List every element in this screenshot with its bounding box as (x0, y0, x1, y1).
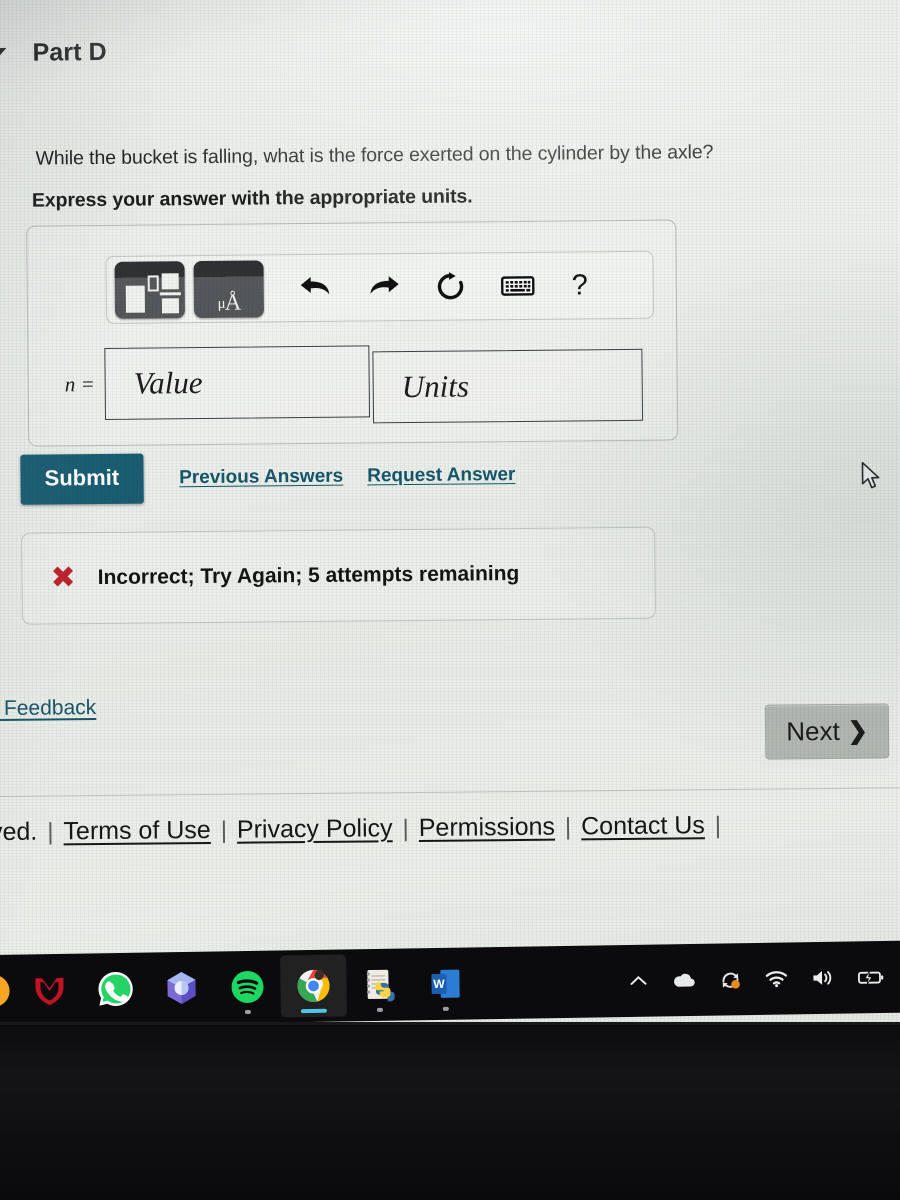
units-placeholder: Units (401, 368, 470, 405)
taskbar-app-chrome[interactable] (280, 954, 348, 1018)
footer-link-permissions[interactable]: Permissions (419, 813, 555, 843)
keyboard-icon[interactable] (492, 274, 544, 298)
mouse-pointer (860, 461, 882, 491)
footer-divider (0, 787, 900, 798)
variable-label: n = (64, 371, 95, 396)
footer-links: ved. | Terms of Use | Privacy Policy | P… (0, 809, 900, 847)
taskbar-app-whatsapp[interactable] (82, 958, 149, 1021)
math-template-icon[interactable] (114, 260, 186, 319)
units-glyph: μÅ (217, 289, 241, 315)
chevron-right-icon: ❯ (847, 717, 868, 745)
footer-separator: | (47, 818, 54, 846)
taskbar-app-list: W (0, 952, 479, 1022)
browser-screen: Part D While the bucket is falling, what… (0, 0, 900, 1022)
taskbar-running-indicator (244, 1009, 251, 1015)
page-title: Part D (32, 37, 107, 67)
undo-arrow-icon[interactable] (290, 273, 342, 303)
footer-link-contact-us[interactable]: Contact Us (581, 811, 705, 841)
taskbar-app-microsoft365[interactable] (148, 956, 215, 1019)
taskbar-running-indicator (442, 1006, 449, 1011)
footer-separator: | (714, 812, 722, 840)
footer-separator: | (220, 816, 228, 844)
value-placeholder: Value (133, 365, 203, 401)
part-header[interactable]: Part D (0, 21, 900, 76)
feedback-banner: ✖ Incorrect; Try Again; 5 attempts remai… (21, 526, 656, 625)
question-instruction: Express your answer with the appropriate… (31, 185, 473, 212)
tray-onedrive-icon[interactable] (670, 971, 696, 989)
provide-feedback-link[interactable]: de Feedback (0, 696, 96, 721)
footer-link-terms-of-use[interactable]: Terms of Use (63, 816, 211, 846)
laptop-screen-photo: Part D While the bucket is falling, what… (0, 0, 900, 1200)
footer-copyright-tail: ved. (0, 817, 38, 847)
answer-entry-box: μÅ ? n = Value Units (26, 219, 679, 447)
footer-link-privacy-policy[interactable]: Privacy Policy (237, 814, 393, 844)
request-answer-link[interactable]: Request Answer (367, 464, 515, 487)
taskbar-running-indicator (376, 1007, 383, 1012)
previous-answers-link[interactable]: Previous Answers (179, 466, 343, 490)
windows-taskbar: W (0, 940, 900, 1022)
system-tray (628, 941, 885, 1017)
submit-button[interactable]: Submit (20, 453, 144, 505)
mastering-physics-page: Part D While the bucket is falling, what… (0, 0, 900, 1022)
units-micro-angstrom-icon[interactable]: μÅ (193, 259, 265, 318)
answer-input-row: n = Value Units (48, 339, 664, 425)
value-input[interactable]: Value (104, 345, 371, 420)
laptop-bezel (0, 1022, 900, 1200)
taskbar-app-mcafee[interactable] (16, 959, 83, 1022)
collapse-triangle-down-icon[interactable] (0, 47, 7, 59)
taskbar-app-word[interactable]: W (412, 952, 479, 1015)
footer-separator: | (402, 815, 409, 843)
redo-arrow-icon[interactable] (358, 272, 410, 302)
feedback-message: Incorrect; Try Again; 5 attempts remaini… (97, 561, 520, 590)
red-x-icon: ✖ (50, 560, 76, 596)
math-toolbar: μÅ ? (105, 250, 655, 324)
next-button-label: Next (786, 715, 840, 747)
tray-sync-icon[interactable] (718, 968, 742, 990)
units-input[interactable]: Units (372, 348, 644, 424)
footer-separator: | (564, 813, 572, 841)
taskbar-active-indicator (300, 1008, 327, 1014)
question-prompt: While the bucket is falling, what is the… (35, 141, 714, 170)
tray-show-hidden-icons[interactable] (628, 974, 648, 988)
next-button[interactable]: Next ❯ (764, 703, 890, 760)
tray-volume-icon[interactable] (810, 968, 834, 988)
taskbar-app-python[interactable] (346, 953, 413, 1016)
taskbar-app-partial-icon[interactable] (0, 960, 17, 1022)
tray-battery-icon[interactable] (856, 968, 884, 986)
tray-wifi-icon[interactable] (764, 969, 788, 988)
taskbar-app-spotify[interactable] (214, 955, 281, 1018)
help-question-icon[interactable]: ? (562, 269, 598, 302)
submit-row: Submit Previous Answers Request Answer (20, 450, 515, 505)
svg-text:W: W (433, 977, 445, 991)
reset-refresh-icon[interactable] (426, 270, 476, 302)
